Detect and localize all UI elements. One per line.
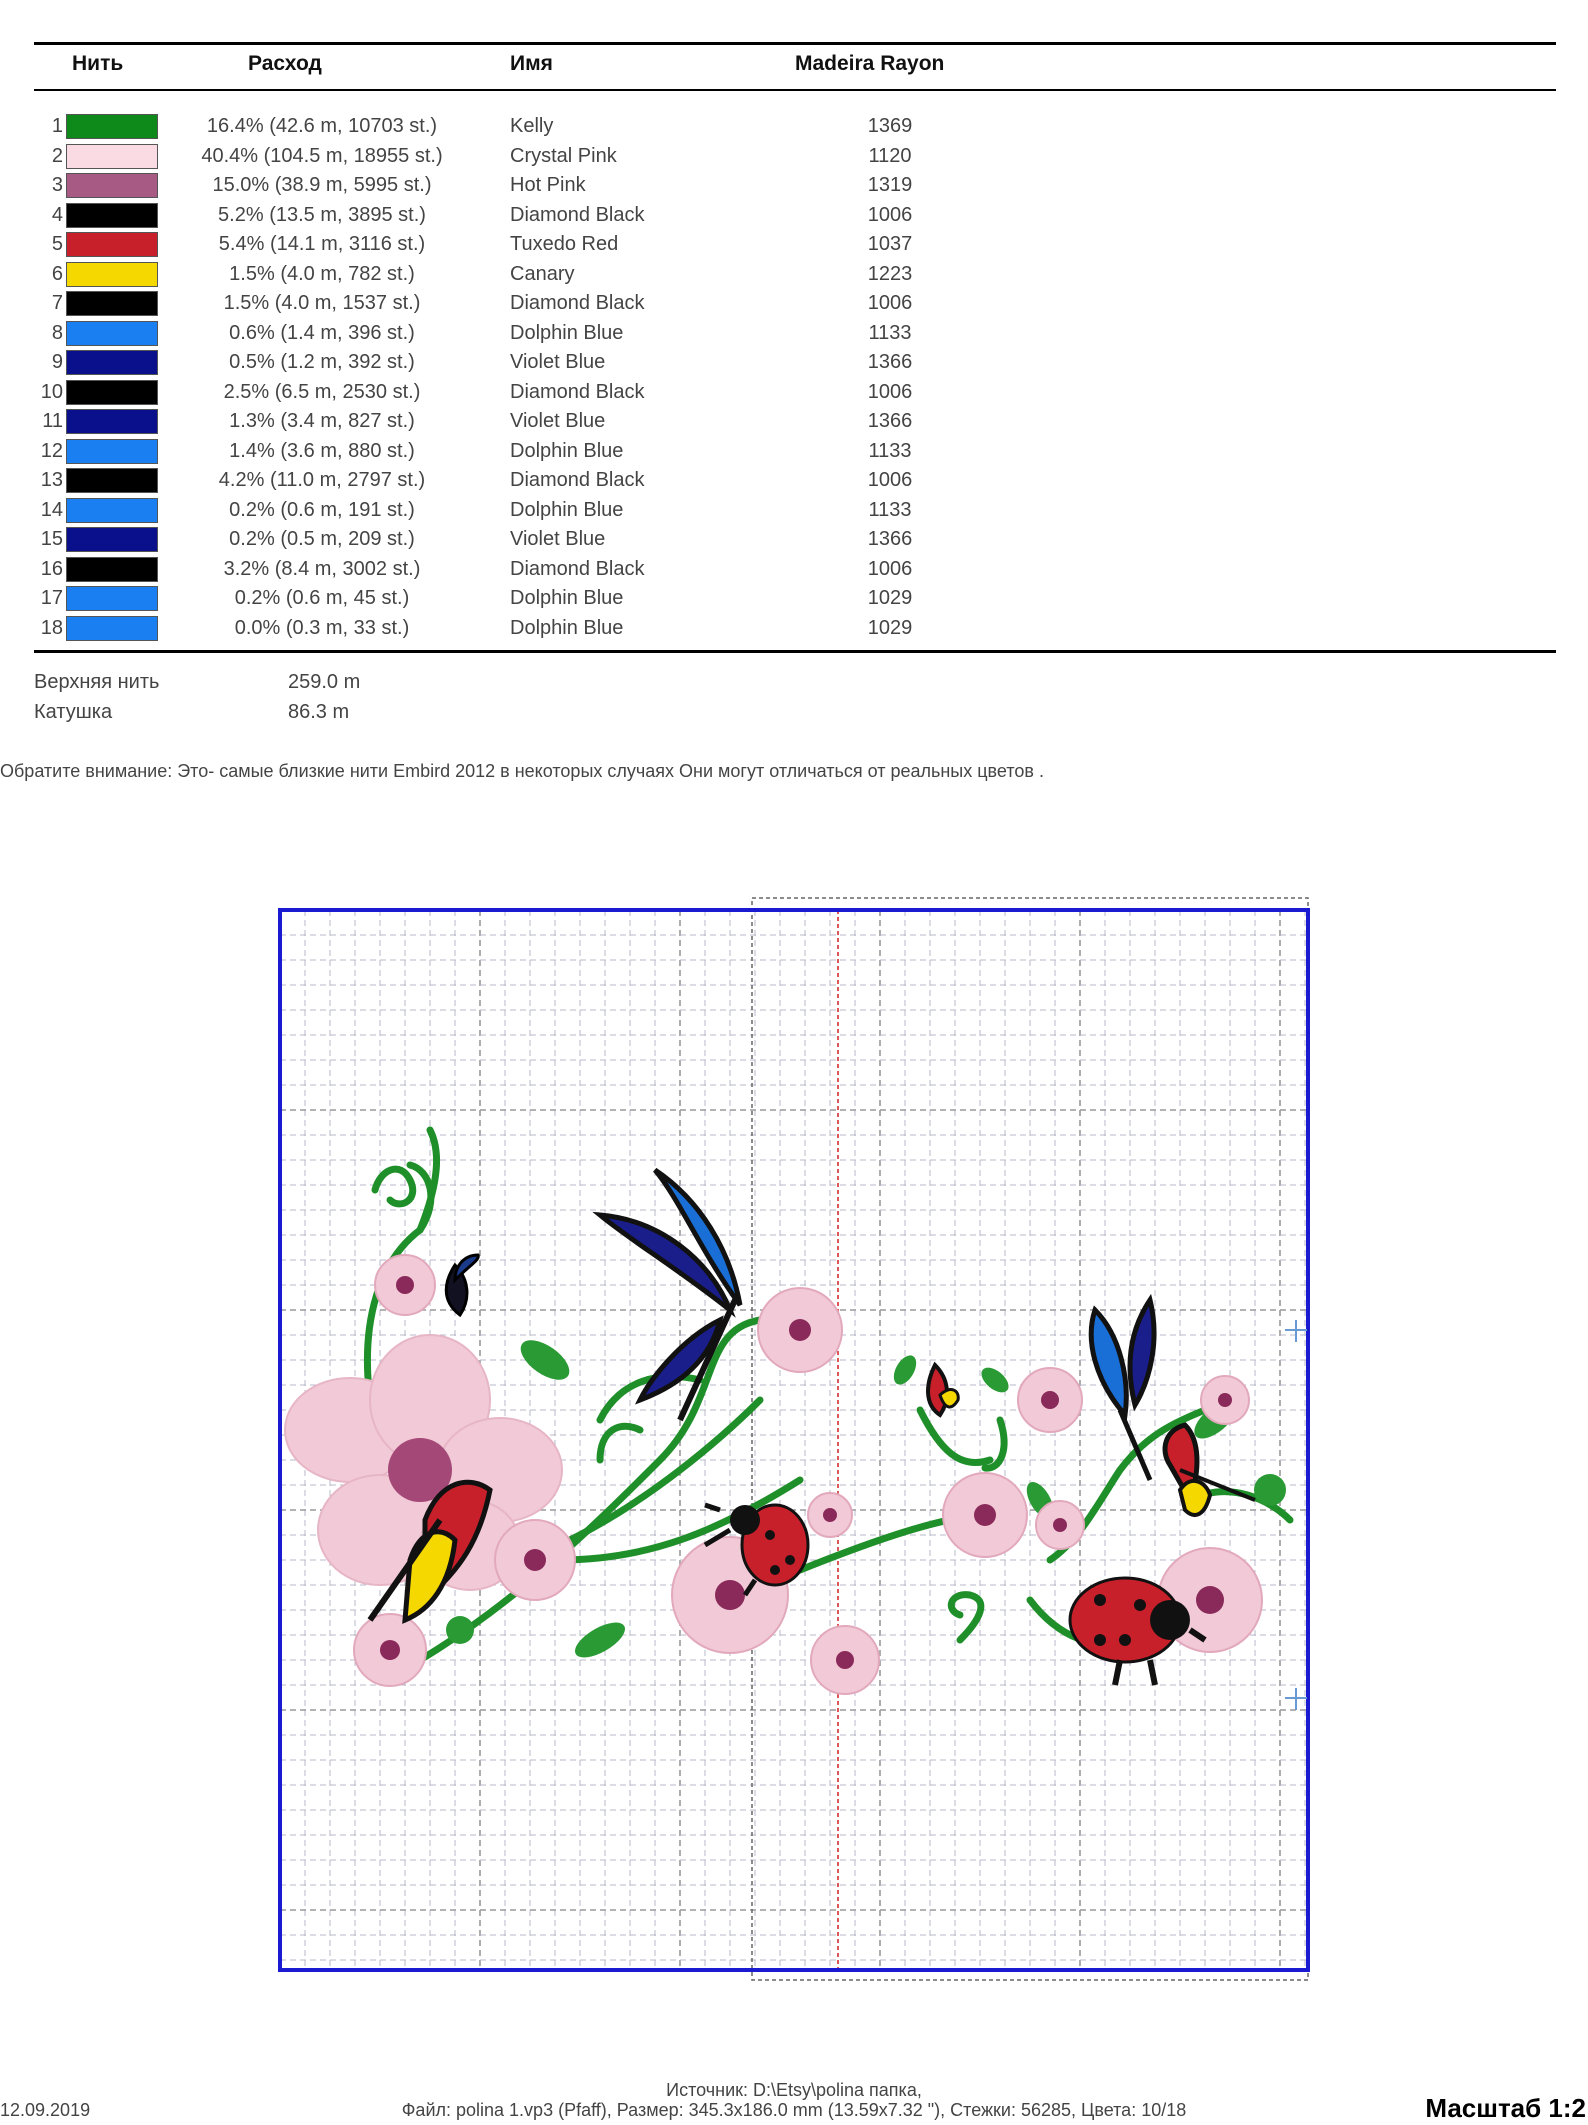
blossom — [757, 1287, 843, 1373]
footer-file-info: Файл: polina 1.vp3 (Pfaff), Размер: 345.… — [401, 2100, 1187, 2120]
blossom — [942, 1472, 1028, 1558]
embroidery-design — [284, 1126, 1307, 1710]
embroidery-preview — [278, 897, 1310, 1981]
yellow-red-butterfly-small — [926, 1361, 960, 1418]
yellow-red-butterfly-right — [1162, 1422, 1256, 1517]
blossom — [353, 1613, 427, 1687]
blossom — [494, 1519, 576, 1601]
blossom — [807, 1492, 853, 1538]
blossom — [374, 1254, 436, 1316]
blue-butterfly-right — [1088, 1293, 1157, 1481]
blossom — [810, 1625, 880, 1695]
footer-source: Источник: D:\Etsy\polina папка, — [666, 2080, 922, 2100]
blue-butterfly-large — [592, 1167, 743, 1422]
scale-label: Масштаб 1:2 — [1425, 2093, 1586, 2123]
blossom — [1017, 1367, 1083, 1433]
blossom — [1035, 1500, 1085, 1550]
blossom — [1200, 1375, 1250, 1425]
